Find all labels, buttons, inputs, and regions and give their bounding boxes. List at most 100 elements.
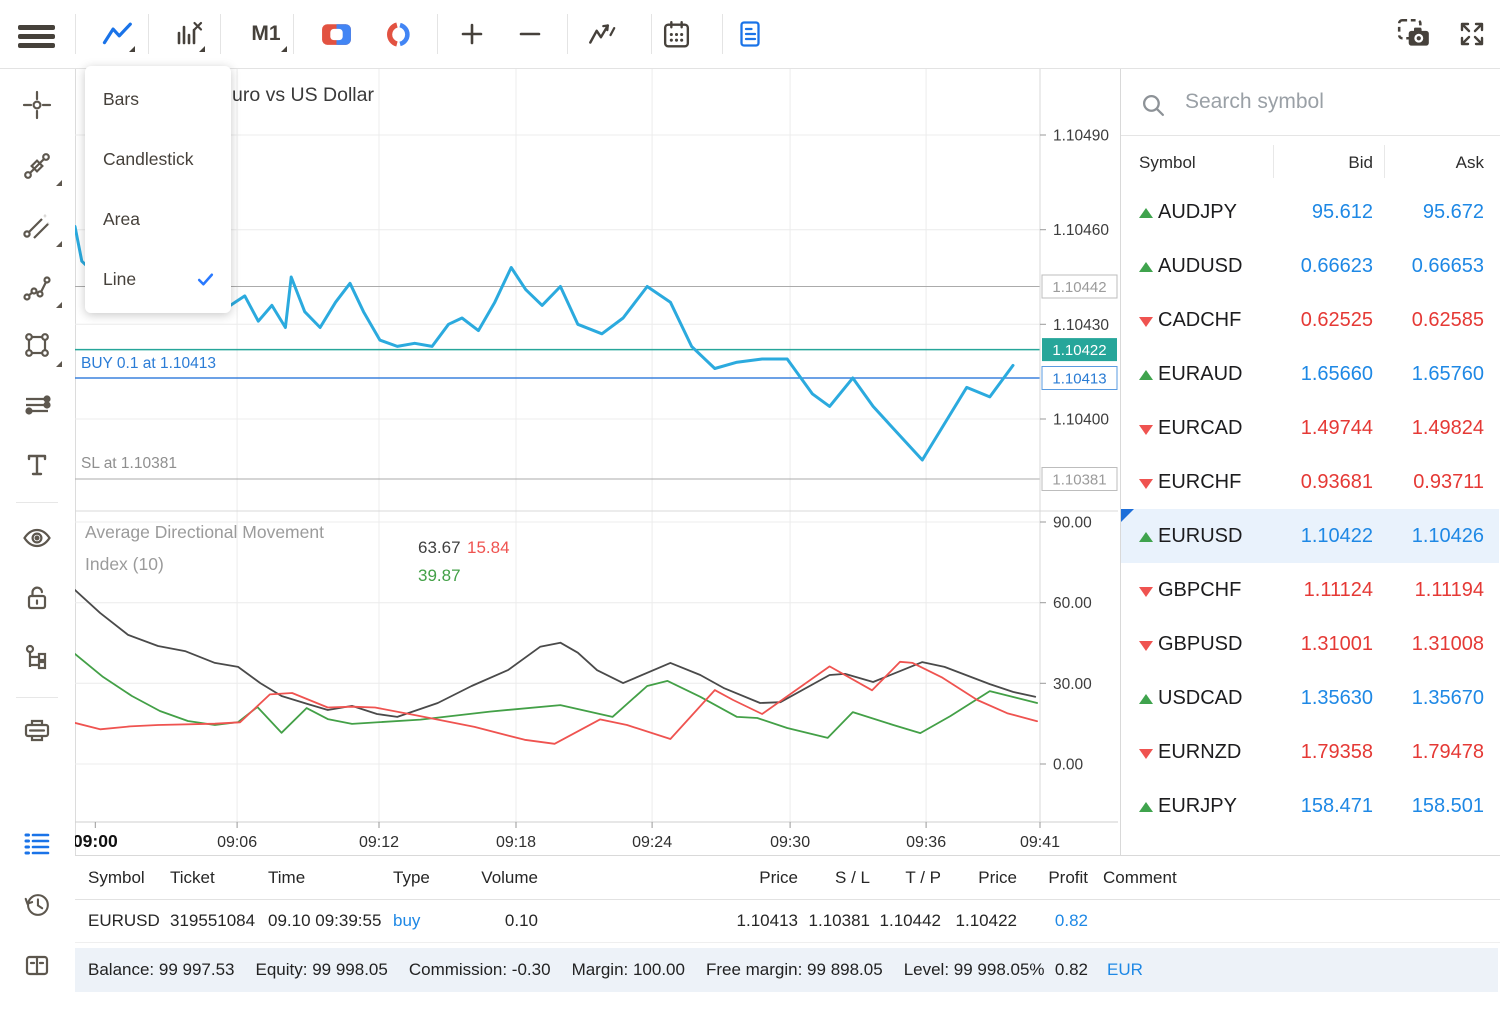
indicator-remove-button[interactable]: [166, 12, 210, 56]
indicator-squiggle-icon: [585, 17, 619, 51]
trend-down-icon: [1139, 425, 1153, 435]
position-row[interactable]: EURUSD 319551084 09.10 09:39:55 buy 0.10…: [75, 900, 1500, 943]
column-header-ask[interactable]: Ask: [1363, 145, 1484, 180]
indicators-button[interactable]: [580, 12, 624, 56]
toolbar-separator: [148, 14, 149, 54]
ask-price: 0.62585: [1363, 293, 1484, 347]
objects-tree-icon[interactable]: [21, 641, 53, 673]
market-row-AUDJPY[interactable]: AUDJPY95.61295.672: [1121, 185, 1499, 239]
levels-tool-icon[interactable]: [21, 389, 53, 421]
account-item: Balance: 99 997.53: [88, 960, 235, 979]
chart-canvas[interactable]: 1.104901.104601.104301.104001.104421.104…: [75, 68, 1118, 855]
market-row-AUDUSD[interactable]: AUDUSD0.666230.66653: [1121, 239, 1499, 293]
search-icon: [1141, 93, 1166, 118]
column-header-symbol[interactable]: Symbol: [1139, 145, 1196, 180]
column-header-bid[interactable]: Bid: [1252, 145, 1373, 180]
bid-price: 1.49744: [1252, 401, 1373, 455]
market-row-GBPUSD[interactable]: GBPUSD1.310011.31008: [1121, 617, 1499, 671]
crosshair-icon[interactable]: [21, 89, 53, 121]
col-type[interactable]: Type: [393, 856, 430, 899]
sidebar-divider: [16, 502, 58, 503]
fibonacci-tool-icon[interactable]: [21, 150, 53, 182]
bid-price: 95.612: [1252, 185, 1373, 239]
market-row-EURCAD[interactable]: EURCAD1.497441.49824: [1121, 401, 1499, 455]
chart-type-button[interactable]: [96, 12, 140, 56]
ask-price: 0.66653: [1363, 239, 1484, 293]
text-tool-icon[interactable]: [21, 449, 53, 481]
trade-list-icon[interactable]: [21, 827, 53, 859]
journal-icon[interactable]: [21, 949, 53, 981]
toolbar-separator: [722, 14, 723, 54]
market-row-EURNZD[interactable]: EURNZD1.793581.79478: [1121, 725, 1499, 779]
ask-price: 1.65760: [1363, 347, 1484, 401]
col-symbol[interactable]: Symbol: [88, 856, 145, 899]
trendline-tool-icon[interactable]: [21, 211, 53, 243]
fullscreen-arrows-icon: [1456, 18, 1488, 50]
new-order-button[interactable]: [728, 12, 772, 56]
col-time[interactable]: Time: [268, 856, 305, 899]
unlock-icon[interactable]: [21, 582, 53, 614]
account-item: Commission: -0.30: [409, 960, 551, 979]
market-row-EURJPY[interactable]: EURJPY158.471158.501: [1121, 779, 1499, 833]
account-currency: EUR: [1107, 948, 1143, 992]
gauge-donut-icon: [382, 18, 415, 51]
dropdown-corner-icon: [281, 46, 287, 52]
split-window-icon[interactable]: [21, 714, 53, 746]
position-time: 09.10 09:39:55: [268, 900, 381, 942]
search-input[interactable]: [1183, 82, 1477, 122]
history-icon[interactable]: [21, 889, 53, 921]
position-ticket: 319551084: [170, 900, 255, 942]
svg-text:09:30: 09:30: [770, 834, 810, 851]
fullscreen-button[interactable]: [1450, 12, 1494, 56]
account-item: Margin: 100.00: [572, 960, 685, 979]
svg-text:1.10460: 1.10460: [1053, 222, 1109, 239]
one-click-trading-button[interactable]: [314, 12, 358, 56]
menu-item-line[interactable]: Line: [85, 249, 231, 309]
col-volume[interactable]: Volume: [438, 856, 538, 899]
visibility-eye-icon[interactable]: [21, 522, 53, 554]
minus-icon: [514, 18, 546, 50]
svg-text:30.00: 30.00: [1053, 676, 1092, 693]
col-profit[interactable]: Profit: [988, 856, 1088, 899]
sidebar-divider: [16, 697, 58, 698]
menu-item-area[interactable]: Area: [85, 189, 231, 249]
menu-icon[interactable]: [18, 25, 55, 48]
ask-price: 158.501: [1363, 779, 1484, 833]
market-row-EURAUD[interactable]: EURAUD1.656601.65760: [1121, 347, 1499, 401]
svg-text:1.10422: 1.10422: [1052, 342, 1106, 359]
toolbar-separator: [567, 14, 568, 54]
dropdown-corner-icon: [56, 241, 62, 247]
zoom-in-button[interactable]: [450, 12, 494, 56]
position-type: buy: [393, 900, 420, 942]
toolbar-separator: [220, 14, 221, 54]
timeframe-button[interactable]: M1: [242, 12, 290, 56]
market-row-USDCAD[interactable]: USDCAD1.356301.35670: [1121, 671, 1499, 725]
col-ticket[interactable]: Ticket: [170, 856, 215, 899]
camera-screenshot-icon: [1396, 17, 1432, 51]
stop-loss-line-label: SL at 1.10381: [81, 455, 177, 473]
menu-item-bars[interactable]: Bars: [85, 69, 231, 129]
symbol-name: GBPCHF: [1158, 563, 1241, 617]
account-floating-profit: 0.82: [988, 948, 1088, 992]
menu-item-candlestick[interactable]: Candlestick: [85, 129, 231, 189]
screenshot-button[interactable]: [1392, 12, 1436, 56]
market-row-GBPCHF[interactable]: GBPCHF1.111241.11194: [1121, 563, 1499, 617]
zoom-out-button[interactable]: [508, 12, 552, 56]
toolbar-separator: [75, 14, 76, 54]
polyline-tool-icon[interactable]: [21, 272, 53, 304]
market-row-EURCHF[interactable]: EURCHF0.936810.93711: [1121, 455, 1499, 509]
shapes-tool-icon[interactable]: [21, 329, 53, 361]
col-comment[interactable]: Comment: [1103, 856, 1177, 899]
svg-text:1.10430: 1.10430: [1053, 317, 1109, 334]
market-row-EURUSD[interactable]: EURUSD1.104221.10426: [1121, 509, 1499, 563]
svg-text:1.10490: 1.10490: [1053, 128, 1109, 145]
svg-text:90.00: 90.00: [1053, 515, 1092, 532]
economic-calendar-button[interactable]: [654, 12, 698, 56]
market-row-CADCHF[interactable]: CADCHF0.625250.62585: [1121, 293, 1499, 347]
ask-price: 1.31008: [1363, 617, 1484, 671]
symbol-name: USDCAD: [1158, 671, 1242, 725]
chart-type-menu: Bars Candlestick Area Line: [85, 66, 231, 313]
dropdown-corner-icon: [56, 302, 62, 308]
trend-down-icon: [1139, 317, 1153, 327]
depth-of-market-button[interactable]: [376, 12, 420, 56]
